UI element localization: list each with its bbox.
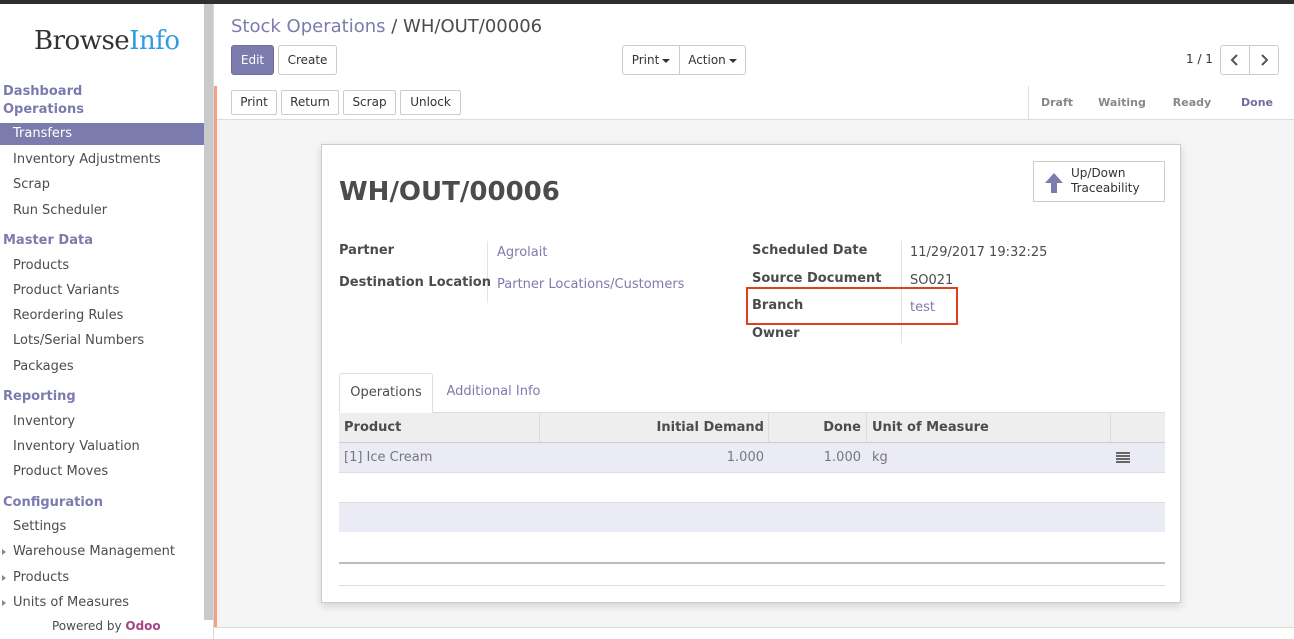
create-button[interactable]: Create — [278, 45, 337, 75]
print-dropdown[interactable]: Print — [622, 45, 680, 75]
status-bar: Print Return Scrap Unlock Draft Waiting … — [217, 86, 1294, 120]
print-dropdown-label: Print — [631, 53, 660, 67]
sidebar-item-lots-serial-numbers[interactable]: Lots/Serial Numbers — [0, 330, 204, 352]
sidebar-section-dashboard[interactable]: Dashboard — [3, 84, 82, 99]
chevron-right-icon — [1261, 54, 1269, 66]
scheduled-date-value: 11/29/2017 19:32:25 — [910, 245, 1048, 260]
sidebar-item-label: Warehouse Management — [13, 544, 176, 559]
sidebar-section-operations: Operations — [3, 102, 84, 117]
stage-waiting: Waiting — [1098, 96, 1146, 109]
column-separator — [768, 413, 769, 442]
column-header-unit-of-measure[interactable]: Unit of Measure — [872, 413, 989, 442]
sidebar-item-units-of-measures[interactable]: Units of Measures — [0, 592, 204, 614]
tab-operations[interactable]: Operations — [339, 373, 433, 413]
sidebar-item-transfers[interactable]: Transfers — [0, 123, 204, 145]
sidebar-section-master-data: Master Data — [3, 233, 93, 248]
powered-by: Powered by Odoo — [52, 619, 161, 633]
sidebar-item-product-moves[interactable]: Product Moves — [0, 461, 204, 483]
logo-text: Browse — [34, 26, 130, 56]
column-separator — [1110, 413, 1111, 442]
sidebar-item-products[interactable]: Products — [0, 255, 204, 277]
tab-additional-info[interactable]: Additional Info — [437, 373, 550, 413]
field-divider — [487, 241, 488, 303]
list-detail-icon[interactable] — [1116, 452, 1130, 463]
sidebar-item-inventory-adjustments[interactable]: Inventory Adjustments — [0, 149, 204, 171]
column-header-initial-demand[interactable]: Initial Demand — [549, 413, 764, 442]
caret-right-icon — [2, 549, 6, 555]
column-separator — [866, 413, 867, 442]
sidebar-item-scrap[interactable]: Scrap — [0, 174, 204, 196]
sidebar-item-label: Units of Measures — [13, 595, 130, 610]
table-row[interactable]: [1] Ice Cream 1.000 1.000 kg — [339, 443, 1165, 473]
brand-logo[interactable]: BrowseInfo — [34, 26, 180, 56]
page-footer-strip — [214, 627, 1294, 639]
scrap-button[interactable]: Scrap — [343, 90, 396, 115]
destination-location-value[interactable]: Partner Locations/Customers — [497, 277, 684, 292]
sidebar-item-packages[interactable]: Packages — [0, 356, 204, 378]
chevron-left-icon — [1230, 54, 1238, 66]
unlock-button[interactable]: Unlock — [400, 90, 461, 115]
sidebar-item-product-variants[interactable]: Product Variants — [0, 280, 204, 302]
sidebar-item-settings[interactable]: Settings — [0, 516, 204, 538]
sidebar-item-warehouse-management[interactable]: Warehouse Management — [0, 541, 204, 563]
breadcrumb-separator: / — [391, 16, 398, 37]
sidebar-scrollbar[interactable] — [204, 4, 213, 620]
sidebar-item-inventory-valuation[interactable]: Inventory Valuation — [0, 436, 204, 458]
form-sheet: Up/Down Traceability WH/OUT/00006 Partne… — [321, 144, 1181, 603]
traceability-button[interactable]: Up/Down Traceability — [1033, 161, 1165, 202]
logo-text-accent: Info — [129, 26, 180, 56]
action-dropdown-label: Action — [688, 53, 726, 67]
pager-value[interactable]: 1 / 1 — [1186, 52, 1213, 66]
column-separator — [539, 413, 540, 442]
source-document-label: Source Document — [752, 271, 882, 286]
breadcrumb: Stock Operations / WH/OUT/00006 — [231, 16, 542, 37]
sidebar-item-reordering-rules[interactable]: Reordering Rules — [0, 305, 204, 327]
sidebar-section-configuration: Configuration — [3, 495, 103, 510]
partner-label: Partner — [339, 243, 395, 258]
breadcrumb-parent[interactable]: Stock Operations — [231, 16, 386, 37]
cell-initial-demand: 1.000 — [726, 450, 764, 465]
cell-unit-of-measure: kg — [872, 450, 888, 465]
sidebar-section-reporting: Reporting — [3, 389, 76, 404]
pager-previous-button[interactable] — [1220, 45, 1250, 75]
print-button[interactable]: Print — [231, 90, 277, 115]
breadcrumb-current: WH/OUT/00006 — [403, 16, 543, 37]
sidebar-item-config-products[interactable]: Products — [0, 567, 204, 589]
destination-location-label: Destination Location — [339, 275, 491, 290]
owner-label: Owner — [752, 326, 800, 341]
sidebar: BrowseInfo Dashboard Operations Transfer… — [0, 4, 214, 639]
cell-done: 1.000 — [823, 450, 861, 465]
caret-right-icon — [2, 575, 6, 581]
caret-down-icon — [728, 58, 737, 63]
sidebar-item-label: Products — [13, 570, 70, 585]
stage-done: Done — [1241, 96, 1273, 109]
cell-product: [1] Ice Cream — [344, 450, 433, 465]
odoo-link[interactable]: Odoo — [125, 619, 160, 633]
table-footer — [339, 562, 1165, 586]
sidebar-item-run-scheduler[interactable]: Run Scheduler — [0, 200, 204, 222]
source-document-value: SO021 — [910, 273, 954, 288]
caret-right-icon — [2, 600, 6, 606]
return-button[interactable]: Return — [281, 90, 339, 115]
sidebar-item-inventory[interactable]: Inventory — [0, 411, 204, 433]
column-header-product[interactable]: Product — [344, 413, 401, 442]
partner-value[interactable]: Agrolait — [497, 245, 547, 260]
stage-ready: Ready — [1172, 96, 1212, 109]
operations-table-header: Product Initial Demand Done Unit of Meas… — [339, 413, 1165, 443]
caret-down-icon — [662, 58, 671, 63]
column-header-done[interactable]: Done — [774, 413, 861, 442]
action-dropdown[interactable]: Action — [679, 45, 746, 75]
pager-next-button[interactable] — [1249, 45, 1279, 75]
edit-button[interactable]: Edit — [231, 45, 274, 75]
branch-highlight-box — [746, 287, 958, 325]
powered-by-text: Powered by — [52, 619, 122, 633]
arrow-up-icon — [1045, 173, 1063, 193]
stage-draft: Draft — [1040, 96, 1074, 109]
scheduled-date-label: Scheduled Date — [752, 243, 868, 258]
empty-table-row — [339, 502, 1165, 532]
record-title: WH/OUT/00006 — [339, 177, 560, 207]
traceability-label: Up/Down Traceability — [1071, 166, 1140, 195]
